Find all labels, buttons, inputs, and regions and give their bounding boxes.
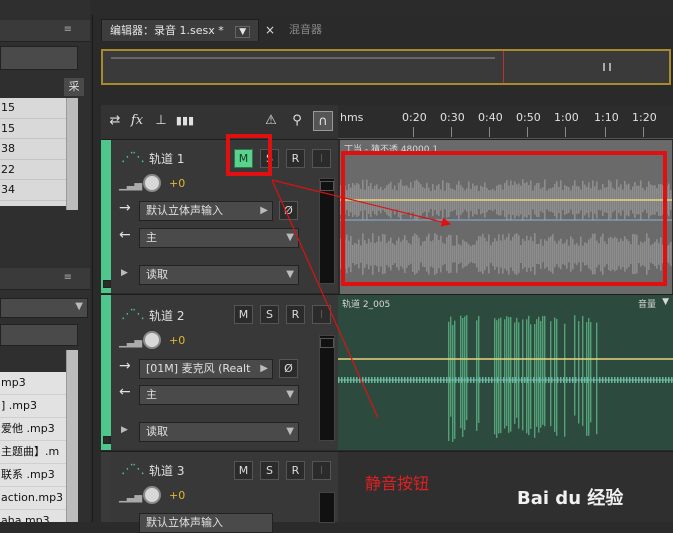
- watermark-logo: Bai du 经验: [517, 488, 624, 509]
- annotation-arrows: [271, 179, 452, 419]
- annotation-text: 静音按钮: [365, 474, 430, 493]
